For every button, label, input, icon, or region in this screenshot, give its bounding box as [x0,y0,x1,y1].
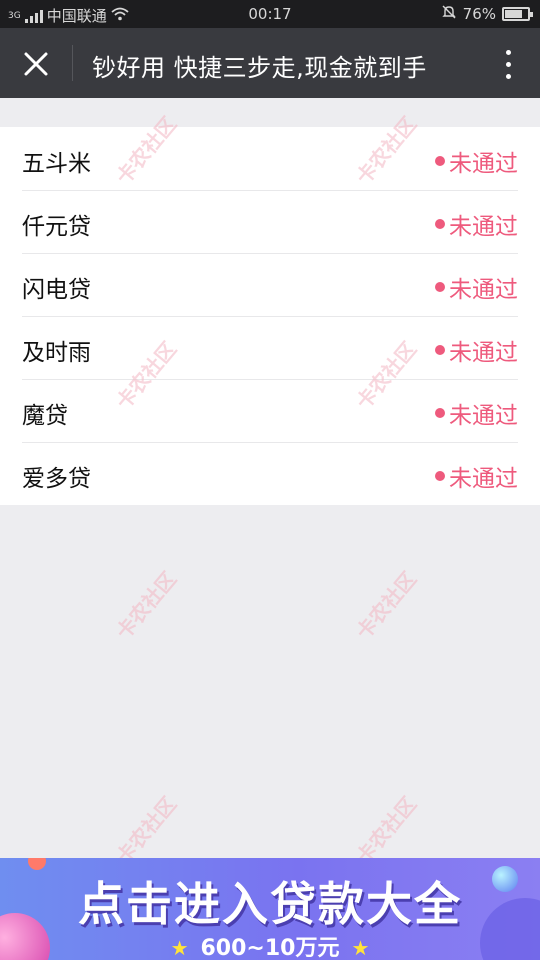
loan-name: 及时雨 [22,340,91,366]
loan-name: 仟元贷 [22,214,91,240]
status-dot-icon [435,471,445,481]
status-right: 76% [441,4,533,24]
status-text: 未通过 [449,277,518,303]
loan-name: 闪电贷 [22,277,91,303]
close-icon [24,52,48,76]
nav-bar: 钞好用 快捷三步走,现金就到手 [0,28,540,98]
status-bar: 3G 中国联通 00:17 76% [0,0,540,28]
watermark: 卡农社区 [351,567,422,644]
status-text: 未通过 [449,403,518,429]
status-text: 未通过 [449,151,518,177]
list-item[interactable]: 及时雨 未通过 [0,316,540,379]
status-dot-icon [435,219,445,229]
page-title: 钞好用 快捷三步走,现金就到手 [92,54,427,82]
status-dot-icon [435,408,445,418]
more-options-button[interactable] [498,46,518,82]
status-dot-icon [435,282,445,292]
bell-muted-icon [441,4,457,24]
status-badge: 未通过 [435,144,518,178]
watermark: 卡农社区 [111,567,182,644]
loan-directory-banner[interactable]: 点击进入贷款大全 ★ 600~10万元 ★ [0,858,540,960]
list-item[interactable]: 仟元贷 未通过 [0,190,540,253]
banner-subtitle: 600~10万元 [200,936,340,960]
battery-percent: 76% [462,5,496,23]
star-icon: ★ [351,936,370,960]
more-dot-icon [505,61,511,67]
star-icon: ★ [170,936,189,960]
more-dot-icon [505,49,511,55]
list-item[interactable]: 闪电贷 未通过 [0,253,540,316]
status-badge: 未通过 [435,396,518,430]
status-text: 未通过 [449,466,518,492]
banner-subtitle-row: ★ 600~10万元 ★ [0,930,540,960]
more-dot-icon [505,73,511,79]
status-badge: 未通过 [435,459,518,493]
status-badge: 未通过 [435,333,518,367]
loan-status-list: 五斗米 未通过 仟元贷 未通过 闪电贷 未通过 及时雨 未通过 魔贷 未通过 爱… [0,127,540,505]
status-badge: 未通过 [435,270,518,304]
loan-name: 爱多贷 [22,466,91,492]
list-item[interactable]: 爱多贷 未通过 [0,442,540,505]
status-text: 未通过 [449,214,518,240]
list-item[interactable]: 五斗米 未通过 [0,127,540,190]
list-item[interactable]: 魔贷 未通过 [0,379,540,442]
loan-name: 魔贷 [22,403,68,429]
status-dot-icon [435,345,445,355]
status-text: 未通过 [449,340,518,366]
battery-icon [502,7,533,21]
nav-divider [72,45,73,81]
battery-fill [505,10,522,18]
close-button[interactable] [18,46,54,82]
banner-title: 点击进入贷款大全 [78,877,462,931]
loan-name: 五斗米 [22,151,91,177]
status-badge: 未通过 [435,207,518,241]
status-dot-icon [435,156,445,166]
